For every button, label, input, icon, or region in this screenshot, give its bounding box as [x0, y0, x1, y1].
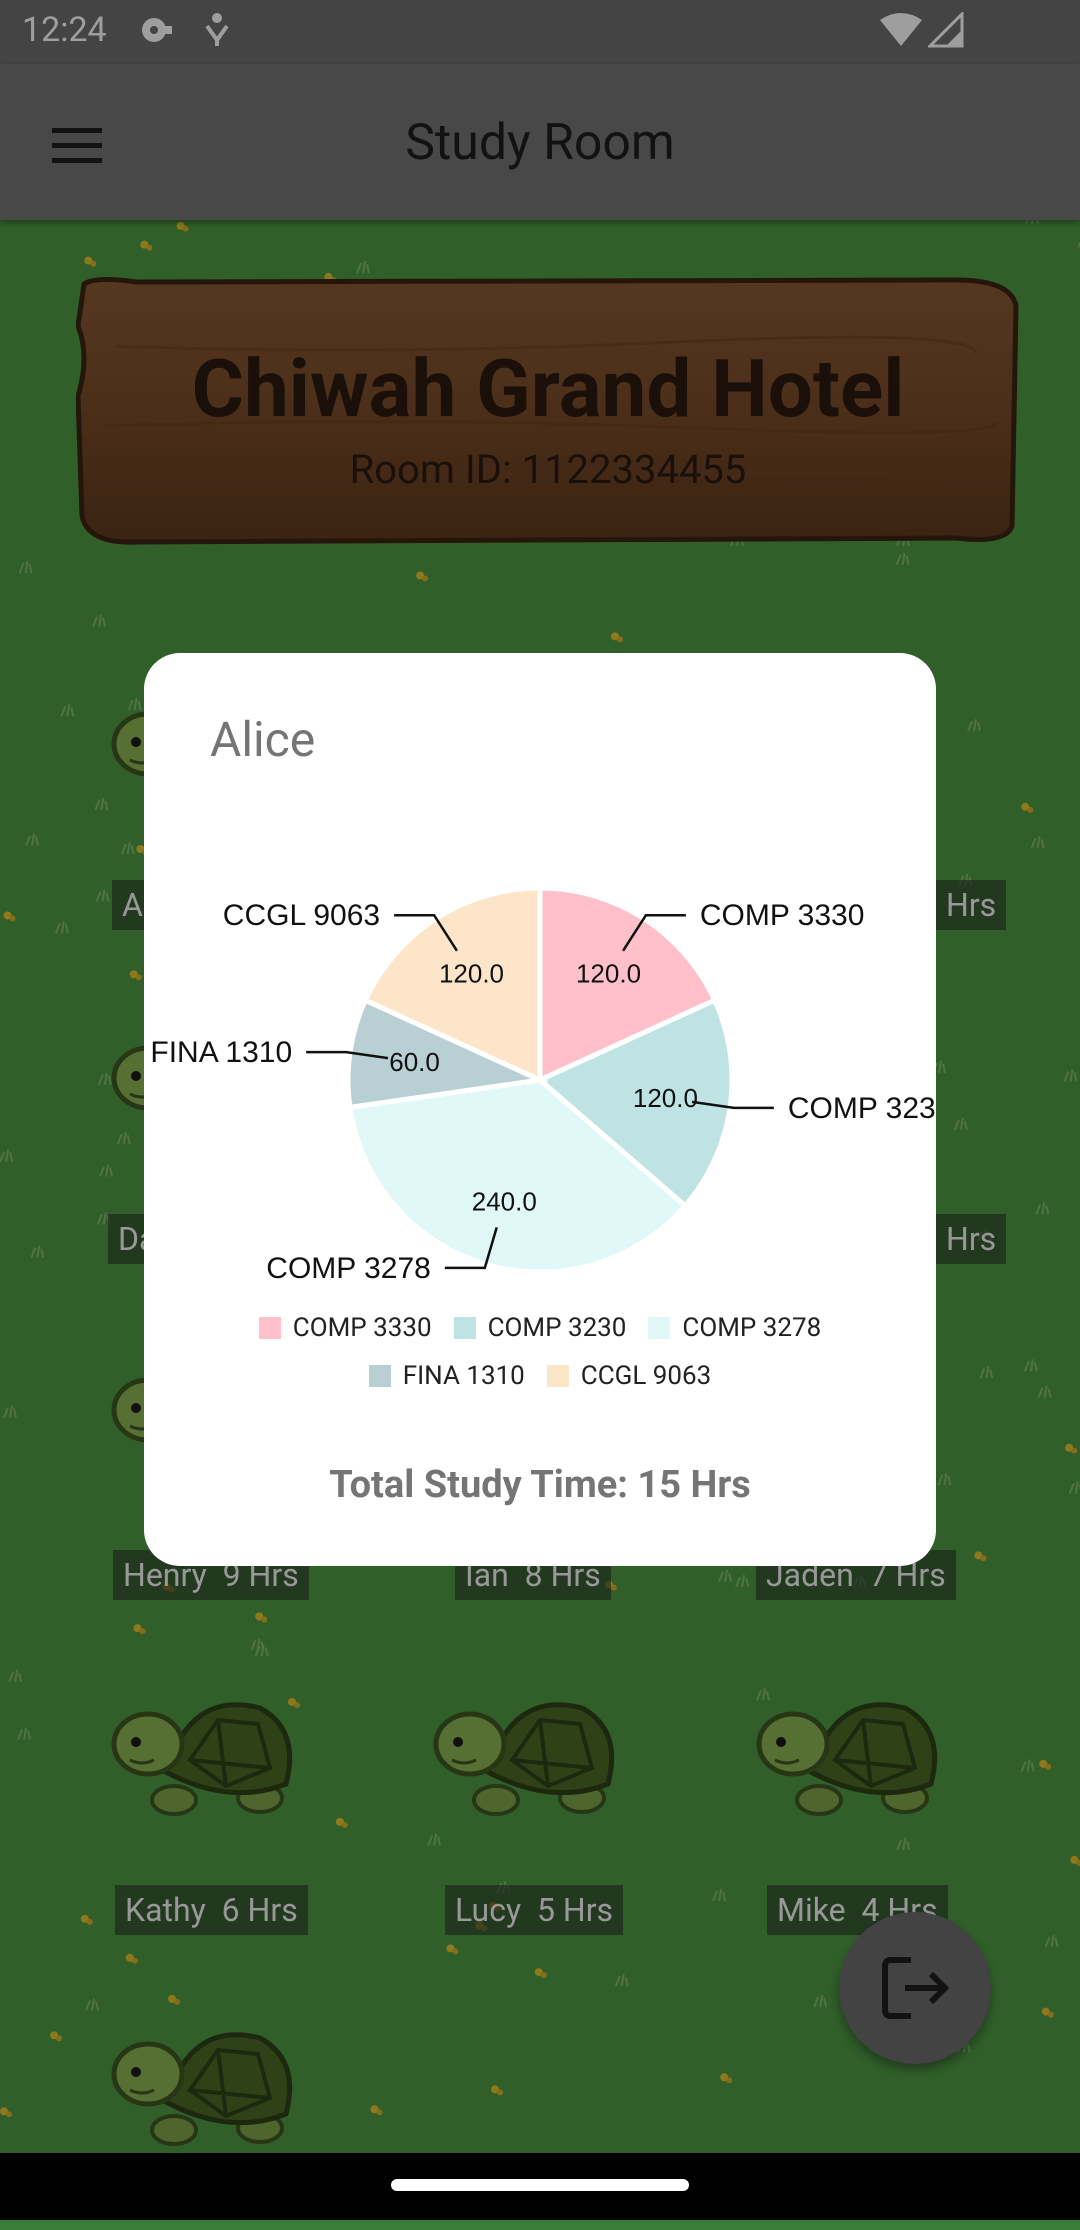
slice-value-label: 60.0 [389, 1047, 440, 1077]
legend-item: COMP 3278 [648, 1313, 821, 1343]
legend-label: FINA 1310 [402, 1361, 525, 1391]
legend-swatch [648, 1317, 671, 1339]
legend-swatch [546, 1365, 569, 1387]
slice-category-label: COMP 3330 [700, 899, 865, 932]
home-handle[interactable] [391, 2179, 689, 2191]
member-stats-dialog: Alice 120.0 COMP 3330 120.0 COMP 3230 240.0 C… [144, 653, 936, 1566]
legend-label: COMP 3230 [487, 1313, 627, 1343]
legend-label: COMP 3278 [682, 1313, 822, 1343]
system-nav-bar [0, 2153, 1080, 2220]
slice-category-label: CCGL 9063 [223, 899, 380, 932]
slice-value-label: 120.0 [576, 958, 641, 988]
legend-swatch [453, 1317, 476, 1339]
legend-item: FINA 1310 [368, 1361, 525, 1391]
slice-value-label: 120.0 [633, 1083, 698, 1113]
slice-value-label: 240.0 [472, 1187, 537, 1217]
legend-label: COMP 3330 [292, 1313, 432, 1343]
chart-legend: COMP 3330 COMP 3230 COMP 3278 FINA 1310 CCGL… [144, 1313, 936, 1409]
slice-category-label: COMP 3278 [266, 1252, 431, 1285]
legend-item: COMP 3330 [258, 1313, 432, 1343]
total-study-time: Total Study Time: 15 Hrs [329, 1463, 751, 1507]
legend-row: FINA 1310 CCGL 9063 [144, 1361, 936, 1391]
slice-category-label: COMP 3230 [788, 1092, 936, 1125]
slice-value-label: 120.0 [439, 958, 504, 988]
legend-item: CCGL 9063 [546, 1361, 712, 1391]
legend-swatch [258, 1317, 281, 1339]
legend-label: CCGL 9063 [580, 1361, 712, 1391]
legend-item: COMP 3230 [453, 1313, 627, 1343]
legend-row: COMP 3330 COMP 3230 COMP 3278 [144, 1313, 936, 1343]
dialog-username: Alice [210, 711, 316, 768]
legend-swatch [368, 1365, 391, 1387]
slice-category-label: FINA 1310 [150, 1036, 292, 1069]
